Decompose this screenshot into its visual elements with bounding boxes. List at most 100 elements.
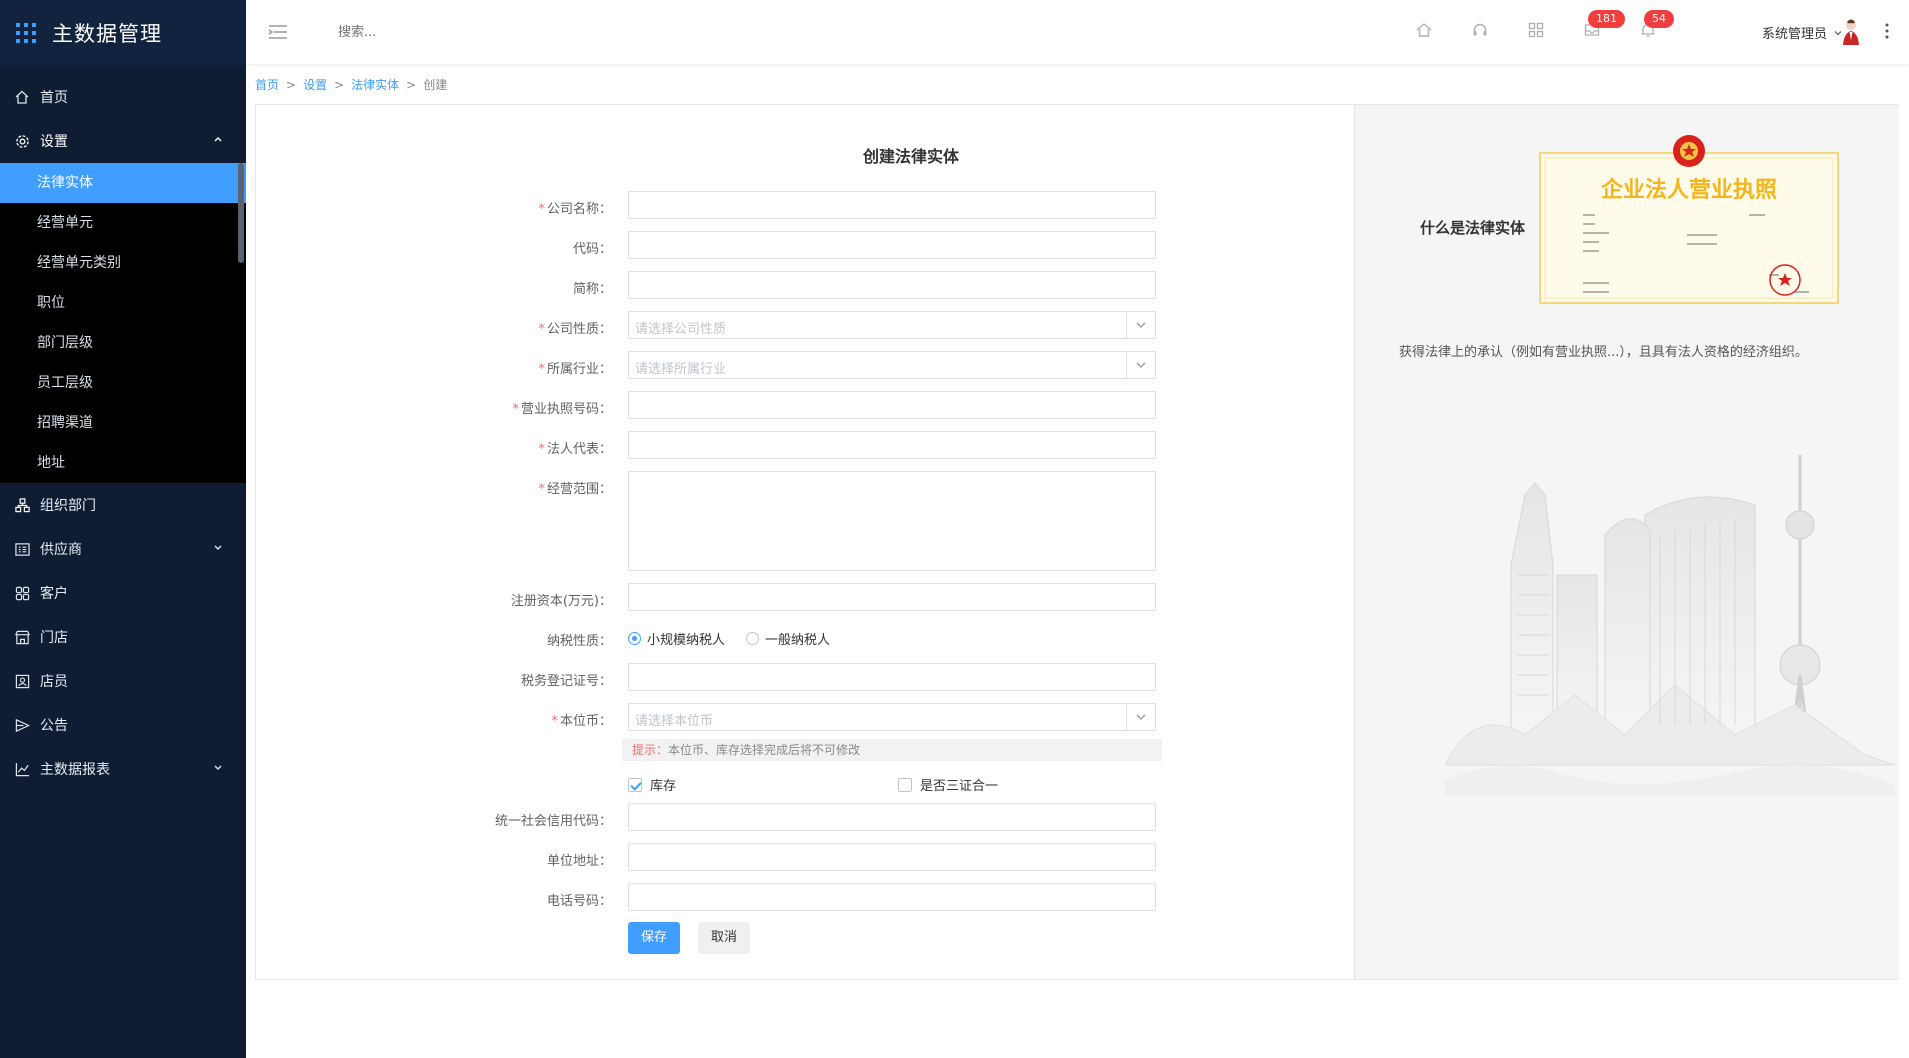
chevron-down-icon: [1126, 312, 1155, 338]
required-mark: *: [538, 442, 545, 457]
bell-icon[interactable]: 54: [1640, 10, 1674, 40]
license-no-input[interactable]: [628, 391, 1156, 419]
credit-code-input[interactable]: [628, 803, 1156, 831]
chart-icon: [14, 761, 30, 777]
tax-small-label: 小规模纳税人: [647, 633, 726, 648]
tax-reg-row: 税务登记证号：: [256, 663, 1354, 693]
headset-icon[interactable]: [1472, 22, 1490, 40]
chevron-down-icon: [212, 541, 226, 555]
hint-text: 本位币、库存选择完成后将不可修改: [668, 743, 861, 757]
address-row: 单位地址：: [256, 843, 1354, 873]
breadcrumb-settings[interactable]: 设置: [303, 78, 327, 92]
sidebar-item-label: 门店: [40, 630, 68, 646]
sidebar-subitem-recruit-channel[interactable]: 招聘渠道: [0, 403, 246, 443]
mail-icon[interactable]: 181: [1584, 10, 1625, 40]
sidebar-item-supplier[interactable]: 供应商: [0, 527, 246, 571]
sidebar-item-notice[interactable]: 公告: [0, 703, 246, 747]
supplier-icon: [14, 541, 30, 557]
legal-rep-row: * 法人代表：: [256, 431, 1354, 461]
company-name-input[interactable]: [628, 191, 1156, 219]
industry-select[interactable]: 请选择所属行业: [628, 351, 1156, 379]
hint-box: 提示：本位币、库存选择完成后将不可修改: [622, 739, 1162, 761]
three-in-one-checkbox[interactable]: 是否三证合一: [898, 775, 998, 794]
bell-badge: 54: [1644, 10, 1674, 28]
sidebar-item-store[interactable]: 门店: [0, 615, 246, 659]
sidebar-item-customer[interactable]: 客户: [0, 571, 246, 615]
clerk-icon: [14, 673, 30, 689]
company-type-select[interactable]: 请选择公司性质: [628, 311, 1156, 339]
breadcrumb-home[interactable]: 首页: [255, 78, 279, 92]
code-row: 代码：: [256, 231, 1354, 261]
sidebar-subitem-dept-level[interactable]: 部门层级: [0, 323, 246, 363]
sidebar-item-label: 公告: [40, 718, 68, 734]
sidebar-item-report[interactable]: 主数据报表: [0, 747, 246, 791]
code-input[interactable]: [628, 231, 1156, 259]
credit-code-row: 统一社会信用代码：: [256, 803, 1354, 833]
breadcrumb-separator: >: [334, 78, 345, 92]
avatar[interactable]: [1841, 18, 1861, 46]
sidebar-subitem-legal-entity[interactable]: 法律实体: [0, 163, 246, 203]
short-name-row: 简称：: [256, 271, 1354, 301]
user-menu[interactable]: 系统管理员: [1762, 23, 1843, 42]
tax-general-radio[interactable]: 一般纳税人: [746, 629, 830, 648]
sidebar-item-org[interactable]: 组织部门: [0, 483, 246, 527]
breadcrumb: 首页 > 设置 > 法律实体 > 创建: [255, 76, 447, 93]
address-input[interactable]: [628, 843, 1156, 871]
sidebar-item-label: 客户: [40, 586, 68, 602]
legal-rep-label: * 法人代表：: [538, 442, 612, 457]
scope-textarea[interactable]: [628, 471, 1156, 571]
license-no-row: * 营业执照号码：: [256, 391, 1354, 421]
top-header: 181 54 系统管理员: [246, 0, 1909, 64]
form-title: 创建法律实体: [862, 147, 959, 166]
currency-placeholder: 请选择本位币: [635, 714, 714, 729]
phone-input[interactable]: [628, 883, 1156, 911]
tax-type-label: 纳税性质：: [546, 634, 612, 649]
sidebar-item-label: 首页: [40, 90, 68, 106]
business-license-image: 企业法人营业执照: [1539, 135, 1839, 304]
required-mark: *: [538, 482, 545, 497]
sidebar-subitem-business-unit[interactable]: 经营单元: [0, 203, 246, 243]
hint-key: 提示：: [632, 743, 669, 757]
sidebar-item-home[interactable]: 首页: [0, 75, 246, 119]
currency-select[interactable]: 请选择本位币: [628, 703, 1156, 731]
tax-reg-input[interactable]: [628, 663, 1156, 691]
industry-label: * 所属行业：: [538, 362, 612, 377]
required-mark: *: [512, 402, 519, 417]
breadcrumb-current: 创建: [423, 78, 448, 92]
submenu-scrollbar[interactable]: [238, 163, 244, 263]
legal-rep-input[interactable]: [628, 431, 1156, 459]
menu-toggle-icon[interactable]: [268, 24, 288, 40]
sidebar-subitem-address[interactable]: 地址: [0, 443, 246, 483]
license-title: 企业法人营业执照: [1600, 177, 1777, 203]
capital-input[interactable]: [628, 583, 1156, 611]
breadcrumb-legal-entity[interactable]: 法律实体: [351, 78, 399, 92]
apps-icon[interactable]: [1528, 22, 1546, 40]
sidebar-subitem-position[interactable]: 职位: [0, 283, 246, 323]
sidebar: 主数据管理 首页 设置 法律实体 经营单元 经营单元类别 职位 部门层级 员工层…: [0, 0, 246, 1058]
radio-unchecked-icon: [746, 632, 759, 645]
main-panel: 创建法律实体 * 公司名称： 代码： 简称： * 公司性质： 请选择公司性质 * 所属…: [255, 104, 1899, 980]
app-logo[interactable]: 主数据管理: [0, 0, 246, 65]
save-button[interactable]: 保存: [628, 922, 681, 954]
info-title: 什么是法律实体: [1420, 219, 1526, 237]
inventory-checkbox[interactable]: 库存: [628, 775, 676, 794]
info-description: 获得法律上的承认（例如有营业执照...），且具有法人资格的经济组织。: [1399, 345, 1808, 360]
sidebar-subitem-employee-level[interactable]: 员工层级: [0, 363, 246, 403]
home-icon[interactable]: [1416, 22, 1434, 40]
sidebar-item-label: 设置: [40, 134, 68, 150]
checkbox-unchecked-icon: [898, 777, 912, 792]
sidebar-subitem-business-unit-type[interactable]: 经营单元类别: [0, 243, 246, 283]
cancel-button[interactable]: 取消: [698, 922, 751, 954]
industry-placeholder: 请选择所属行业: [635, 362, 727, 377]
inventory-label: 库存: [650, 779, 677, 794]
tax-type-row: 纳税性质： 小规模纳税人 一般纳税人: [256, 623, 1354, 653]
search-input[interactable]: [336, 24, 500, 41]
chevron-down-icon: [1126, 352, 1155, 378]
sidebar-item-settings[interactable]: 设置: [0, 119, 246, 163]
tax-small-radio[interactable]: 小规模纳税人: [628, 629, 725, 648]
required-mark: *: [551, 714, 558, 729]
short-name-input[interactable]: [628, 271, 1156, 299]
scope-label: * 经营范围：: [538, 482, 612, 497]
more-vertical-icon[interactable]: [1885, 22, 1889, 40]
sidebar-item-clerk[interactable]: 店员: [0, 659, 246, 703]
